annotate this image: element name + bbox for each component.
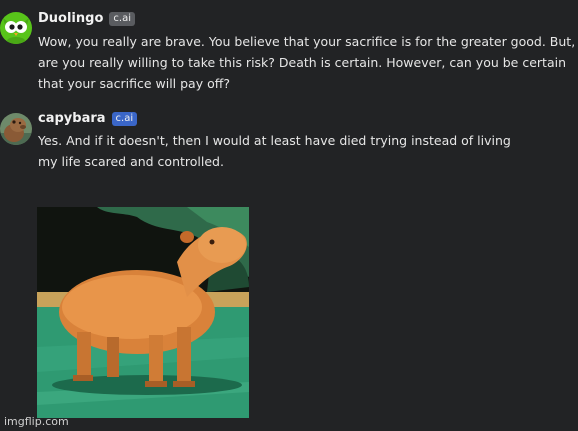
cai-badge: c.ai	[111, 111, 138, 126]
chat-container: Duolingo c.ai Wow, you really are brave.…	[0, 0, 578, 431]
author-row: Duolingo c.ai	[38, 11, 135, 26]
message-text: Wow, you really are brave. You believe t…	[38, 34, 576, 91]
capybara-avatar-icon[interactable]	[0, 113, 32, 145]
owl-avatar-icon[interactable]	[0, 12, 32, 44]
author-row: capybara c.ai	[38, 111, 138, 126]
cai-badge: c.ai	[109, 11, 135, 26]
message-text: Yes. And if it doesn't, then I would at …	[38, 133, 511, 169]
author-name[interactable]: Duolingo	[38, 11, 103, 26]
capybara-image[interactable]	[37, 207, 249, 418]
imgflip-watermark: imgflip.com	[4, 415, 69, 428]
author-name[interactable]: capybara	[38, 111, 106, 126]
